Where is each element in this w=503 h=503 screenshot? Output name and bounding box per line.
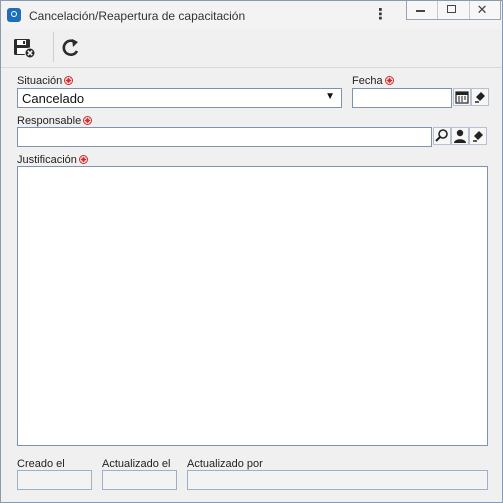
toolbar-separator [53,32,54,62]
required-icon [83,116,92,125]
required-icon [385,76,394,85]
actualizado-por-field [187,470,488,490]
minimize-icon [416,10,425,12]
toolbar [1,29,502,68]
save-exit-button[interactable] [9,33,39,61]
clear-responsable-button[interactable] [469,127,487,145]
actualizado-por-label: Actualizado por [187,458,263,470]
situacion-select[interactable]: Cancelado ▼ [17,88,342,108]
fecha-input[interactable] [352,88,452,108]
refresh-icon [62,39,79,56]
kebab-menu-icon[interactable]: ⋮ [373,7,388,23]
situacion-value: Cancelado [22,91,85,106]
restore-icon [447,5,457,13]
search-responsable-button[interactable] [433,127,451,145]
close-button[interactable]: ✕ [470,1,500,19]
creado-el-label: Creado el [17,458,65,470]
justificacion-label: Justificación [17,154,77,166]
window-title: Cancelación/Reapertura de capacitación [29,9,246,23]
app-icon [7,8,21,22]
window-controls: ✕ [406,1,501,20]
situacion-label: Situación [17,75,63,87]
refresh-button[interactable] [55,33,85,61]
justificacion-textarea[interactable] [17,166,488,446]
eraser-icon [473,131,483,142]
fecha-label: Fecha [352,75,383,87]
calendar-button[interactable] [453,88,471,106]
save-exit-icon [14,39,36,59]
user-button[interactable] [451,127,469,145]
calendar-icon [455,91,469,104]
clear-fecha-button[interactable] [471,88,489,106]
responsable-input[interactable] [17,127,432,147]
creado-el-field [17,470,92,490]
restore-button[interactable] [438,1,470,19]
dialog-window: Cancelación/Reapertura de capacitación ⋮… [0,0,503,503]
close-icon: ✕ [476,2,488,17]
user-icon [454,129,466,143]
responsable-label: Responsable [17,115,82,127]
required-icon [64,76,73,85]
actualizado-el-field [102,470,177,490]
required-icon [79,155,88,164]
title-bar: Cancelación/Reapertura de capacitación ⋮… [1,1,502,29]
eraser-icon [475,92,485,103]
chevron-down-icon: ▼ [325,91,335,102]
actualizado-el-label: Actualizado el [102,458,171,470]
search-icon [435,129,448,142]
minimize-button[interactable] [407,1,439,19]
